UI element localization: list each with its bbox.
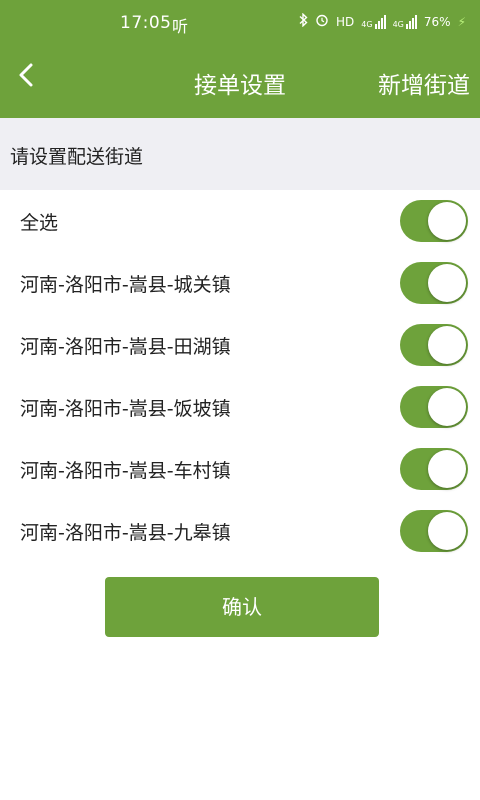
street-toggle[interactable] xyxy=(400,324,468,366)
status-time: 17:05 xyxy=(120,13,172,33)
toggle-knob xyxy=(428,512,466,550)
select-all-toggle[interactable] xyxy=(400,200,468,242)
hd-indicator: HD xyxy=(336,14,355,29)
select-all-row: 全选 xyxy=(0,190,480,252)
list-item: 河南-洛阳市-嵩县-九皋镇 xyxy=(0,500,480,562)
section-header: 请设置配送街道 xyxy=(0,118,480,190)
add-street-button[interactable]: 新增街道 xyxy=(378,66,470,100)
confirm-button[interactable]: 确认 xyxy=(105,577,379,637)
toggle-knob xyxy=(428,326,466,364)
charging-icon: ⚡ xyxy=(457,14,466,29)
alarm-icon xyxy=(315,13,329,30)
street-toggle[interactable] xyxy=(400,386,468,428)
status-bar: 17:05 听 HD 4G 4G 76% ⚡ xyxy=(0,0,480,46)
battery-level: 76% xyxy=(423,14,451,29)
toggle-knob xyxy=(428,388,466,426)
street-toggle[interactable] xyxy=(400,448,468,490)
status-icons: HD 4G 4G 76% ⚡ xyxy=(299,12,466,30)
street-toggle[interactable] xyxy=(400,510,468,552)
section-header-text: 请设置配送街道 xyxy=(10,146,144,168)
list-item: 河南-洛阳市-嵩县-田湖镇 xyxy=(0,314,480,376)
street-label: 河南-洛阳市-嵩县-九皋镇 xyxy=(20,522,231,544)
toggle-knob xyxy=(428,202,466,240)
signal-icon-2: 4G xyxy=(393,14,417,29)
navigation-bar: 接单设置 新增街道 xyxy=(0,46,480,118)
street-label: 河南-洛阳市-嵩县-车村镇 xyxy=(20,460,231,482)
toggle-knob xyxy=(428,450,466,488)
street-label: 河南-洛阳市-嵩县-田湖镇 xyxy=(20,336,231,358)
select-all-label: 全选 xyxy=(20,212,59,234)
list-item: 河南-洛阳市-嵩县-城关镇 xyxy=(0,252,480,314)
toggle-knob xyxy=(428,264,466,302)
street-label: 河南-洛阳市-嵩县-城关镇 xyxy=(20,274,231,296)
app-header: 17:05 听 HD 4G 4G 76% ⚡ 接单设置 新增街道 xyxy=(0,0,480,118)
list-item: 河南-洛阳市-嵩县-饭坡镇 xyxy=(0,376,480,438)
listen-icon: 听 xyxy=(172,17,189,36)
street-toggle[interactable] xyxy=(400,262,468,304)
signal-icon: 4G xyxy=(361,14,386,29)
street-list: 全选 河南-洛阳市-嵩县-城关镇 河南-洛阳市-嵩县-田湖镇 河南-洛阳市-嵩县… xyxy=(0,190,480,562)
bluetooth-icon xyxy=(299,12,308,30)
street-label: 河南-洛阳市-嵩县-饭坡镇 xyxy=(20,398,231,420)
list-item: 河南-洛阳市-嵩县-车村镇 xyxy=(0,438,480,500)
